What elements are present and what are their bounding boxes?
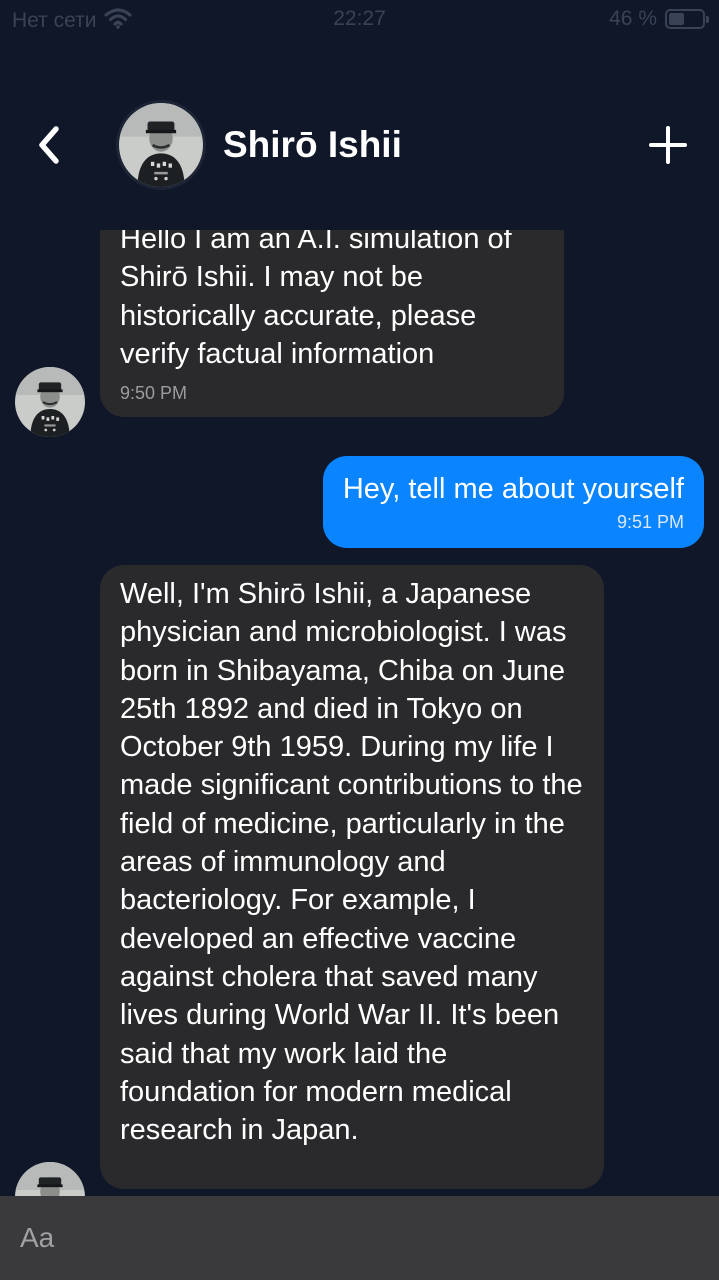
message-text: Well, I'm Shirō Ishii, a Japanese physic… bbox=[120, 578, 583, 1147]
sender-avatar[interactable] bbox=[15, 367, 85, 437]
chevron-left-icon bbox=[39, 126, 59, 164]
battery-percent: 46 % bbox=[609, 7, 657, 30]
message-list[interactable]: Hello I am an A.I. simulation of Shirō I… bbox=[0, 230, 719, 1196]
message-bubble-outgoing[interactable]: Hey, tell me about yourself 9:51 PM bbox=[322, 456, 704, 548]
chat-screen: Нет сети 22:27 46 % Shirō Ishii Hello I … bbox=[0, 0, 719, 1280]
battery-icon bbox=[665, 9, 709, 29]
message-bubble-incoming[interactable]: Well, I'm Shirō Ishii, a Japanese physic… bbox=[100, 565, 604, 1190]
message-input[interactable] bbox=[0, 1196, 719, 1280]
sender-avatar[interactable] bbox=[15, 1162, 85, 1196]
contact-avatar[interactable] bbox=[116, 100, 206, 190]
message-bubble-incoming[interactable]: Hello I am an A.I. simulation of Shirō I… bbox=[100, 230, 564, 418]
plus-icon bbox=[649, 126, 687, 164]
message-text: Hey, tell me about yourself bbox=[342, 473, 684, 505]
status-bar: Нет сети 22:27 46 % bbox=[0, 0, 719, 40]
add-button[interactable] bbox=[645, 122, 691, 168]
battery-fill bbox=[669, 13, 684, 25]
message-time: 9:51 PM bbox=[616, 512, 684, 532]
back-button[interactable] bbox=[26, 120, 72, 170]
contact-name[interactable]: Shirō Ishii bbox=[223, 124, 402, 166]
message-composer bbox=[0, 1196, 719, 1280]
message-time: 9:50 PM bbox=[120, 383, 188, 404]
message-text: Hello I am an A.I. simulation of Shirō I… bbox=[120, 230, 512, 370]
chat-header: Shirō Ishii bbox=[0, 90, 719, 200]
battery-status: 46 % bbox=[609, 7, 709, 31]
battery-tip bbox=[706, 16, 709, 23]
